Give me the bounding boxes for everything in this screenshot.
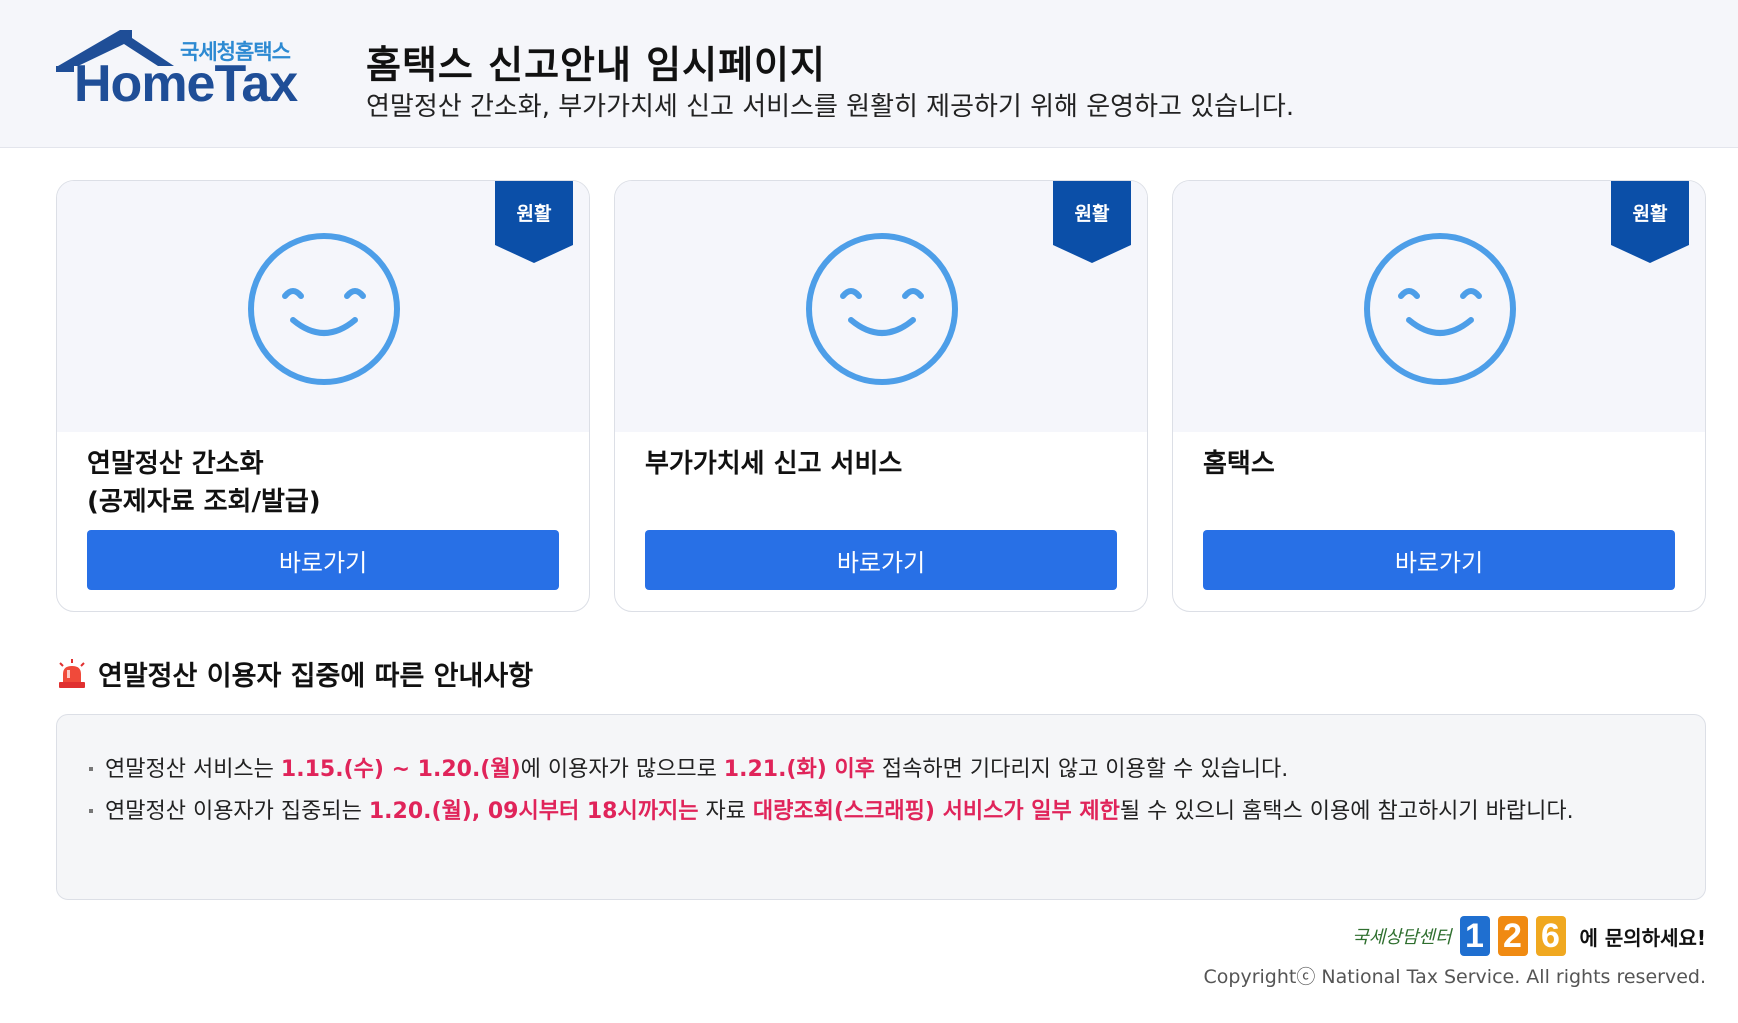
notice-text: 접속하면 기다리지 않고 이용할 수 있습니다.: [874, 757, 1289, 782]
card-title-line2: (공제자료 조회/발급): [87, 487, 321, 517]
smiley-face-icon: [806, 233, 958, 385]
notice-text: 에 이용자가 많으므로: [520, 757, 724, 782]
contact-suffix: 에 문의하세요!: [1579, 925, 1706, 950]
notice-highlight: 1.20.(월), 09시부터 18시까지는: [368, 799, 699, 824]
card-title-line1: 부가가치세 신고 서비스: [645, 449, 903, 479]
contact-center-label: 국세상담센터: [1352, 927, 1452, 948]
notice-highlight: 대량조회(스크래핑) 서비스가 일부 제한: [752, 799, 1120, 824]
card-status-area: 원활: [1173, 181, 1705, 432]
notice-heading: 연말정산 이용자 집중에 따른 안내사항: [56, 654, 533, 693]
card-title: 홈택스: [1203, 445, 1275, 483]
status-badge: 원활: [495, 181, 573, 263]
go-button-yearend[interactable]: 바로가기: [87, 530, 559, 590]
logo-main-text: HomeTax: [74, 55, 298, 113]
smiley-face-icon: [248, 233, 400, 385]
status-badge-label: 원활: [1632, 203, 1668, 225]
notice-title: 연말정산 이용자 집중에 따른 안내사항: [98, 661, 534, 692]
page-description: 연말정산 간소화, 부가가치세 신고 서비스를 원활히 제공하기 위해 운영하고…: [366, 92, 1295, 122]
notice-box: 연말정산 서비스는 1.15.(수) ~ 1.20.(월)에 이용자가 많으므로…: [56, 714, 1706, 900]
notice-text: 될 수 있으니 홈택스 이용에 참고하시기 바랍니다.: [1119, 799, 1574, 824]
page-title: 홈택스 신고안내 임시페이지: [366, 43, 826, 87]
card-title: 부가가치세 신고 서비스: [645, 445, 902, 483]
page-header: 국세청홈택스 HomeTax 홈택스 신고안내 임시페이지 연말정산 간소화, …: [0, 0, 1738, 148]
card-title-line1: 연말정산 간소화: [87, 449, 264, 479]
status-badge-label: 원활: [1074, 203, 1110, 225]
notice-item: 연말정산 이용자가 집중되는 1.20.(월), 09시부터 18시까지는 자료…: [87, 795, 1617, 829]
status-badge: 원활: [1611, 181, 1689, 263]
contact-digit-1: 1: [1459, 916, 1490, 956]
service-card-vat: 원활 부가가치세 신고 서비스 바로가기: [614, 180, 1148, 612]
status-badge: 원활: [1053, 181, 1131, 263]
smiley-face-icon: [1364, 233, 1516, 385]
card-status-area: 원활: [57, 181, 589, 432]
notice-text: 자료: [698, 799, 753, 824]
service-card-yearend: 원활 연말정산 간소화 (공제자료 조회/발급) 바로가기: [56, 180, 590, 612]
notice-text: 연말정산 서비스는: [105, 757, 281, 782]
notice-highlight: 1.15.(수) ~ 1.20.(월): [280, 757, 521, 782]
card-status-area: 원활: [615, 181, 1147, 432]
card-title: 연말정산 간소화 (공제자료 조회/발급): [87, 445, 321, 521]
notice-text: 연말정산 이용자가 집중되는: [105, 799, 369, 824]
notice-item: 연말정산 서비스는 1.15.(수) ~ 1.20.(월)에 이용자가 많으므로…: [87, 753, 1617, 787]
notice-highlight: 1.21.(화) 이후: [723, 757, 875, 782]
contact-digit-2: 2: [1497, 916, 1528, 956]
contact-digit-3: 6: [1535, 916, 1566, 956]
contact-center-banner[interactable]: 국세상담센터 1 2 6 에 문의하세요!: [1352, 916, 1706, 956]
go-button-vat[interactable]: 바로가기: [645, 530, 1117, 590]
hometax-logo[interactable]: 국세청홈택스 HomeTax: [54, 26, 310, 116]
service-card-hometax: 원활 홈택스 바로가기: [1172, 180, 1706, 612]
copyright: Copyrightⓒ National Tax Service. All rig…: [1203, 966, 1706, 988]
status-badge-label: 원활: [516, 203, 552, 225]
card-title-line1: 홈택스: [1203, 449, 1275, 479]
go-button-hometax[interactable]: 바로가기: [1203, 530, 1675, 590]
siren-icon: [59, 658, 85, 688]
